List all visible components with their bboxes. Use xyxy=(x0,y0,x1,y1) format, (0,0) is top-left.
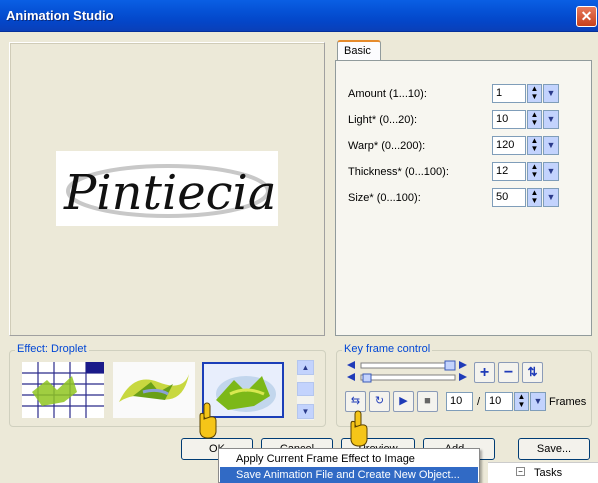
thickness-dropdown[interactable]: ▼ xyxy=(543,162,559,181)
amount-spinner[interactable]: ▲ ▼ xyxy=(527,84,542,103)
bounce-icon: ↻ xyxy=(374,395,385,407)
frames-dropdown[interactable]: ▼ xyxy=(530,392,546,411)
chevron-down-icon: ▼ xyxy=(301,407,310,416)
effect-thumbnail-grid[interactable] xyxy=(22,362,104,418)
effect-thumbnail-swirl[interactable] xyxy=(113,362,195,418)
keyframe-slider[interactable] xyxy=(345,360,469,384)
save-button[interactable]: Save... xyxy=(518,438,590,460)
preview-image: Pintiecia xyxy=(56,151,278,226)
spin-arrows-icon: ▲ ▼ xyxy=(530,84,539,101)
menu-item-apply-frame-effect[interactable]: Apply Current Frame Effect to Image xyxy=(220,451,478,467)
spin-arrows-icon: ▲ ▼ xyxy=(517,392,526,409)
frame-separator: / xyxy=(477,396,481,408)
warp-spinner[interactable]: ▲ ▼ xyxy=(527,136,542,155)
bounce-button[interactable]: ↻ xyxy=(369,391,390,412)
hand-pointer-icon xyxy=(196,402,220,443)
preview-image-text: Pintiecia xyxy=(63,165,276,221)
light-spinner[interactable]: ▲ ▼ xyxy=(527,110,542,129)
size-spinner[interactable]: ▲ ▼ xyxy=(527,188,542,207)
effect-scrollbar[interactable]: ▲ ▼ xyxy=(297,360,314,420)
collapse-icon[interactable]: − xyxy=(516,467,525,476)
spin-arrows-icon: ▲ ▼ xyxy=(530,110,539,127)
spin-arrows-icon: ▲ ▼ xyxy=(530,136,539,153)
title-bar: Animation Studio ✕ xyxy=(0,0,598,32)
effect-group-label: Effect: Droplet xyxy=(15,343,89,355)
minus-icon: − xyxy=(503,364,514,381)
stop-icon: ■ xyxy=(424,395,431,407)
spin-arrows-icon: ▲ ▼ xyxy=(530,162,539,179)
param-label-amount: Amount (1...10): xyxy=(348,88,427,100)
loop-icon: ⇆ xyxy=(350,395,361,407)
scroll-thumb[interactable] xyxy=(297,382,314,396)
chevron-down-icon: ▼ xyxy=(533,396,543,406)
close-button[interactable]: ✕ xyxy=(576,6,597,27)
size-dropdown[interactable]: ▼ xyxy=(543,188,559,207)
chevron-down-icon: ▼ xyxy=(546,192,556,202)
thickness-input[interactable]: 12 xyxy=(492,162,526,181)
thickness-spinner[interactable]: ▲ ▼ xyxy=(527,162,542,181)
loop-button[interactable]: ⇆ xyxy=(345,391,366,412)
chevron-down-icon: ▼ xyxy=(546,114,556,124)
tab-basic-label: Basic xyxy=(344,45,371,57)
hand-pointer-icon xyxy=(347,410,371,451)
play-button[interactable]: ▶ xyxy=(393,391,414,412)
spin-arrows-icon: ▲ ▼ xyxy=(530,188,539,205)
task-pane-label: Tasks xyxy=(534,467,563,479)
total-frames-input[interactable]: 10 xyxy=(485,392,513,411)
size-input[interactable]: 50 xyxy=(492,188,526,207)
plus-icon: + xyxy=(479,364,490,381)
context-menu: Apply Current Frame Effect to Image Save… xyxy=(218,448,480,483)
amount-dropdown[interactable]: ▼ xyxy=(543,84,559,103)
close-icon: ✕ xyxy=(580,8,593,24)
light-dropdown[interactable]: ▼ xyxy=(543,110,559,129)
frames-spinner[interactable]: ▲ ▼ xyxy=(514,392,529,411)
current-frame-input[interactable]: 10 xyxy=(446,392,473,411)
warp-input[interactable]: 120 xyxy=(492,136,526,155)
light-input[interactable]: 10 xyxy=(492,110,526,129)
chevron-down-icon: ▼ xyxy=(546,140,556,150)
scroll-down-button[interactable]: ▼ xyxy=(297,404,314,419)
tab-basic[interactable]: Basic xyxy=(337,40,381,62)
reverse-keyframes-button[interactable]: ⇅ xyxy=(522,362,543,383)
param-label-warp: Warp* (0...200): xyxy=(348,140,426,152)
scroll-up-button[interactable]: ▲ xyxy=(297,360,314,375)
chevron-down-icon: ▼ xyxy=(546,88,556,98)
warp-dropdown[interactable]: ▼ xyxy=(543,136,559,155)
remove-keyframe-button[interactable]: − xyxy=(498,362,519,383)
param-label-thickness: Thickness* (0...100): xyxy=(348,166,449,178)
menu-item-label: Apply Current Frame Effect to Image xyxy=(236,453,415,465)
param-label-size: Size* (0...100): xyxy=(348,192,421,204)
keyframe-group-label: Key frame control xyxy=(342,343,433,355)
preview-panel: Pintiecia xyxy=(9,42,325,336)
param-label-light: Light* (0...20): xyxy=(348,114,418,126)
chevron-up-icon: ▲ xyxy=(301,363,310,372)
menu-item-save-animation[interactable]: Save Animation File and Create New Objec… xyxy=(220,467,478,483)
frames-label: Frames xyxy=(549,396,587,408)
chevron-down-icon: ▼ xyxy=(546,166,556,176)
task-pane: − Tasks xyxy=(488,462,598,483)
amount-input[interactable]: 1 xyxy=(492,84,526,103)
window-title: Animation Studio xyxy=(6,8,114,23)
add-keyframe-button[interactable]: + xyxy=(474,362,495,383)
reverse-icon: ⇅ xyxy=(527,365,538,379)
stop-button[interactable]: ■ xyxy=(417,391,438,412)
play-icon: ▶ xyxy=(399,395,408,407)
menu-item-label: Save Animation File and Create New Objec… xyxy=(236,469,460,481)
